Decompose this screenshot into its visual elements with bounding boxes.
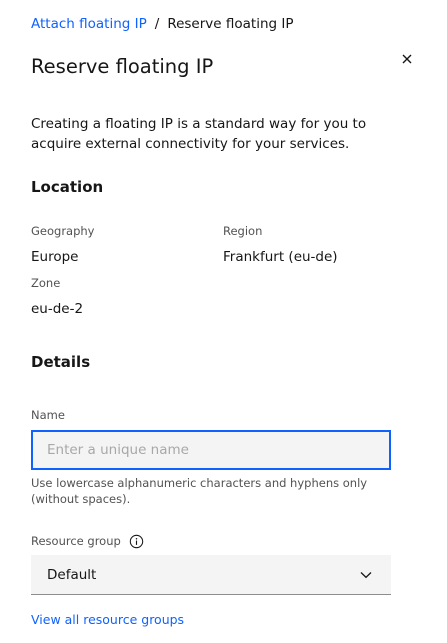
- name-label: Name: [31, 408, 65, 422]
- details-section-title: Details: [31, 353, 91, 371]
- resource-group-selected-value: Default: [47, 566, 97, 583]
- breadcrumb-current: Reserve floating IP: [167, 16, 294, 32]
- breadcrumb-separator: /: [154, 16, 160, 32]
- breadcrumb: Attach floating IP / Reserve floating IP: [31, 15, 294, 33]
- name-input[interactable]: [31, 430, 391, 470]
- zone-label: Zone: [31, 276, 61, 290]
- info-icon[interactable]: [129, 533, 145, 549]
- resource-group-label-row: Resource group: [31, 533, 145, 549]
- name-helper-text: Use lowercase alphanumeric characters an…: [31, 476, 368, 506]
- location-section-title: Location: [31, 178, 104, 196]
- resource-group-select[interactable]: Default: [31, 555, 391, 595]
- geography-label: Geography: [31, 224, 95, 238]
- region-label: Region: [223, 224, 263, 238]
- chevron-down-icon: [359, 568, 373, 582]
- zone-value: eu-de-2: [31, 301, 84, 317]
- region-value: Frankfurt (eu-de): [223, 249, 338, 265]
- view-all-resource-groups-link[interactable]: View all resource groups: [31, 611, 184, 629]
- geography-value: Europe: [31, 249, 79, 265]
- close-icon: [402, 54, 412, 64]
- resource-group-label: Resource group: [31, 534, 121, 548]
- breadcrumb-attach-floating-ip-link[interactable]: Attach floating IP: [31, 16, 147, 32]
- page-title: Reserve floating IP: [31, 55, 214, 78]
- close-button[interactable]: [398, 50, 416, 68]
- reserve-floating-ip-panel: Attach floating IP / Reserve floating IP R…: [0, 0, 447, 643]
- panel-description: Creating a floating IP is a standard way…: [31, 116, 367, 152]
